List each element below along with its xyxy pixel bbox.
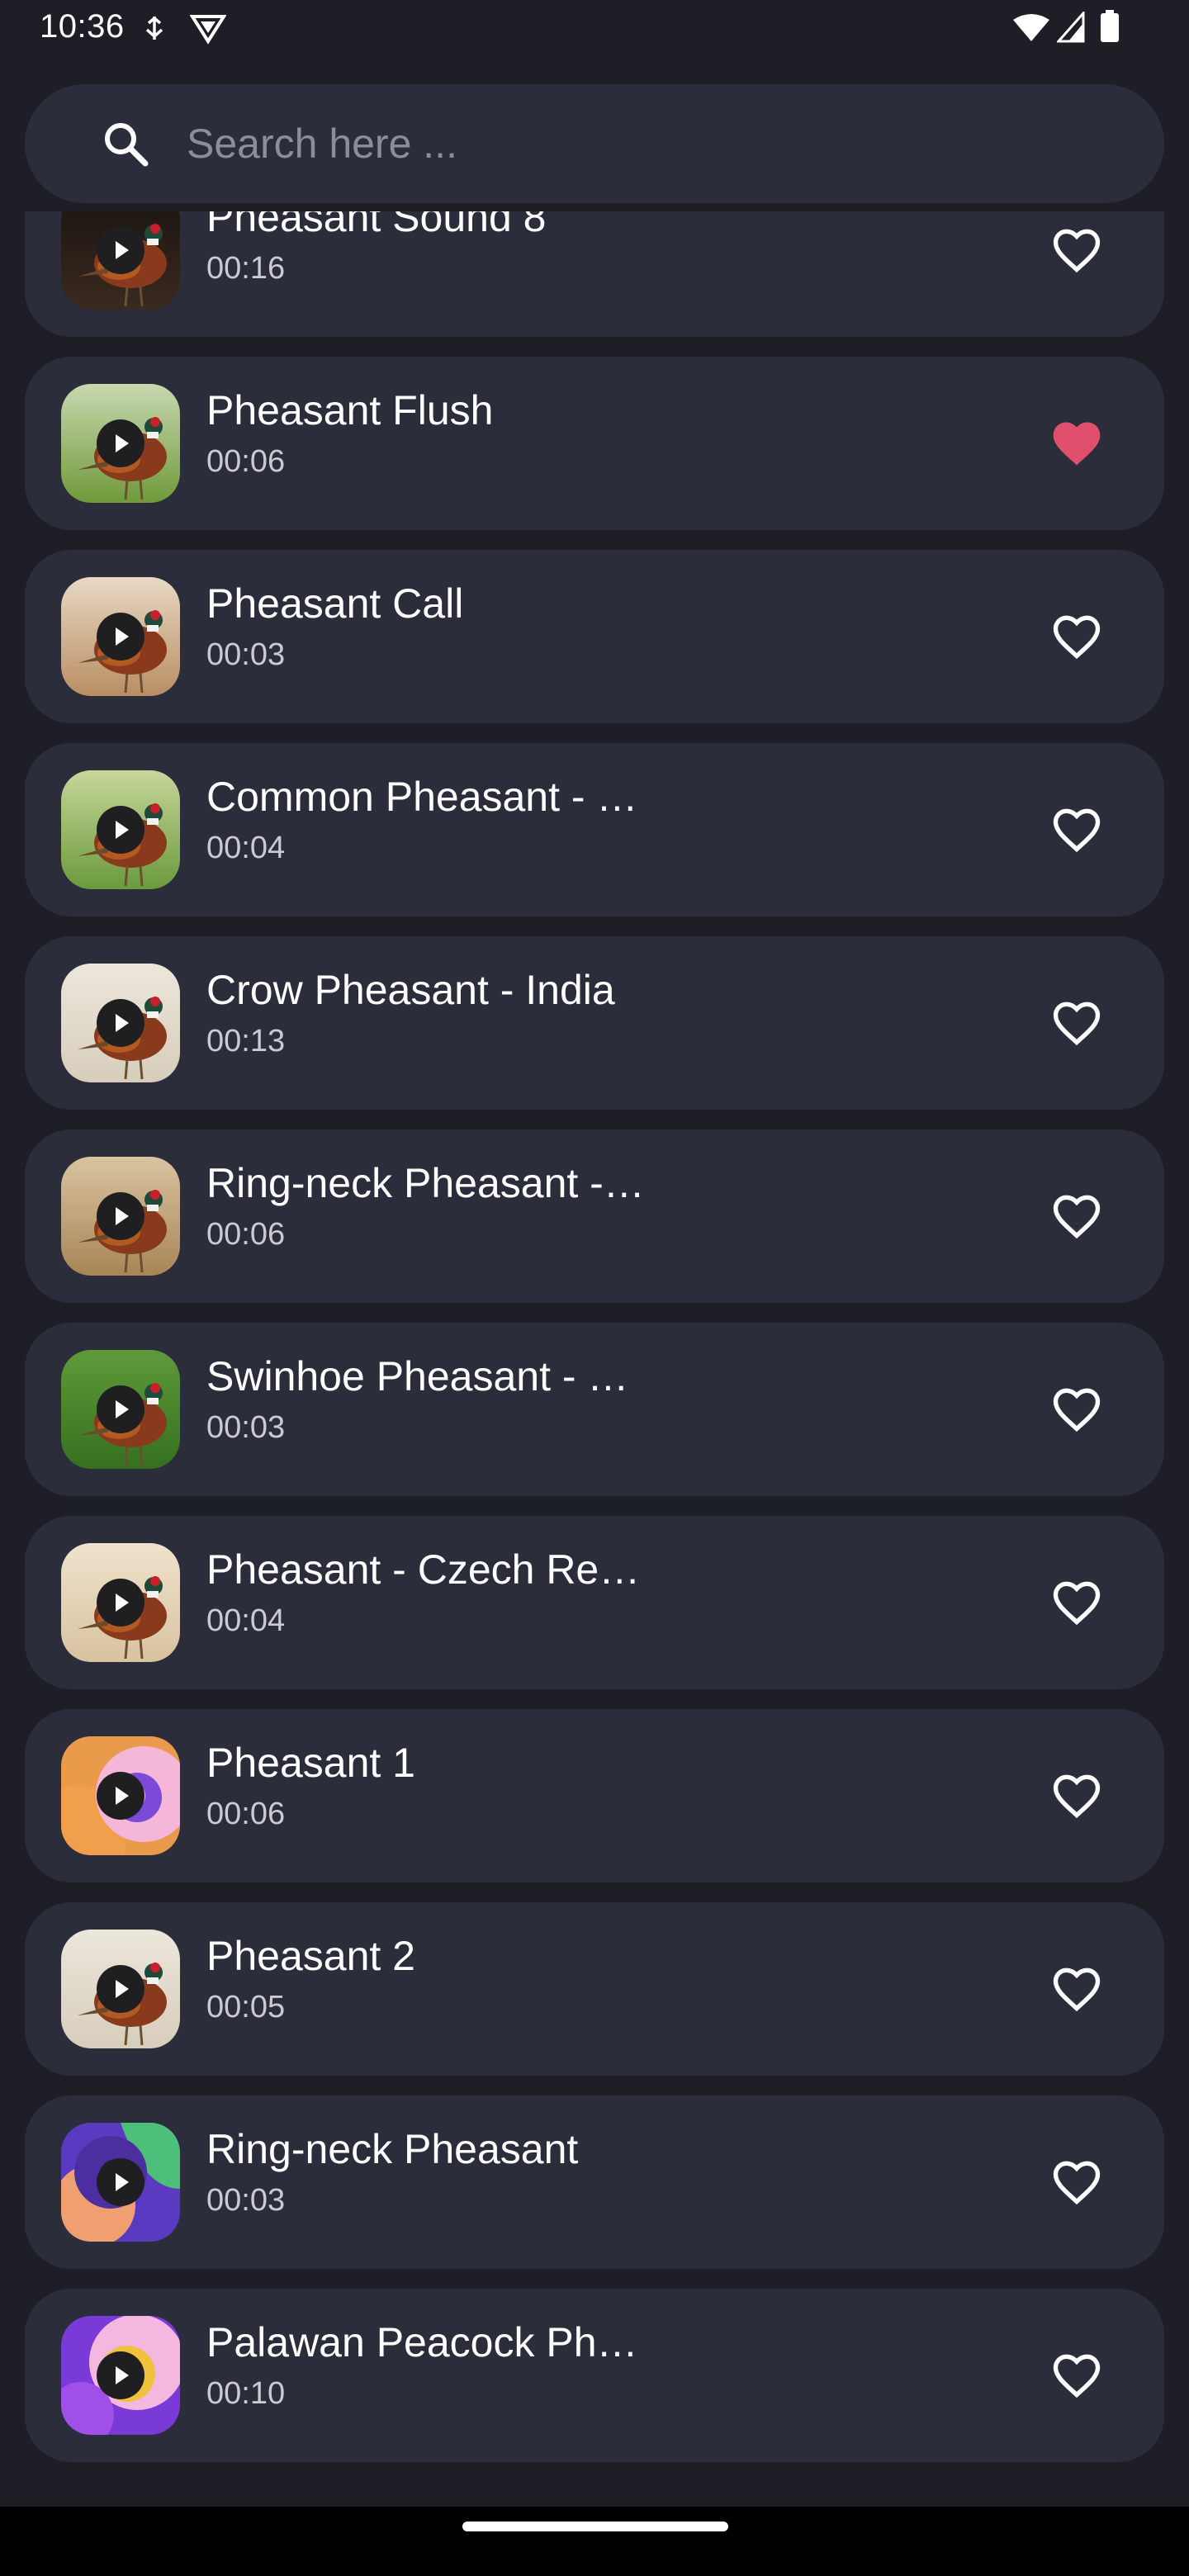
sound-card[interactable]: Crow Pheasant - India 00:13 <box>25 936 1164 1110</box>
sound-title: Ring-neck Pheasant -… <box>206 1160 645 1206</box>
search-input[interactable] <box>187 109 1111 178</box>
sound-card[interactable]: Pheasant - Czech Re… 00:04 <box>25 1516 1164 1689</box>
sound-card[interactable]: Common Pheasant - … 00:04 <box>25 743 1164 916</box>
play-icon[interactable] <box>97 613 144 661</box>
sound-duration: 00:03 <box>206 2183 286 2218</box>
favorite-outline-icon[interactable] <box>1049 1961 1105 2017</box>
sound-card[interactable]: Pheasant 2 00:05 <box>25 1902 1164 2076</box>
favorite-outline-icon[interactable] <box>1049 995 1105 1051</box>
sound-duration: 00:04 <box>206 1603 286 1638</box>
cellular-signal-icon <box>1055 10 1085 47</box>
sound-title: Pheasant 2 <box>206 1933 415 1979</box>
sound-card[interactable]: Swinhoe Pheasant - … 00:03 <box>25 1323 1164 1496</box>
play-icon[interactable] <box>97 806 144 854</box>
sound-card[interactable]: Palawan Peacock Ph… 00:10 <box>25 2289 1164 2462</box>
play-icon[interactable] <box>97 1965 144 2013</box>
sound-card[interactable]: Ring-neck Pheasant -… 00:06 <box>25 1129 1164 1303</box>
sound-card[interactable]: Ring-neck Pheasant 00:03 <box>25 2095 1164 2269</box>
sound-duration: 00:16 <box>206 251 286 286</box>
sound-thumbnail[interactable] <box>61 2316 180 2435</box>
sound-title: Pheasant - Czech Re… <box>206 1546 641 1593</box>
vpn-shield-icon <box>189 13 227 49</box>
play-icon[interactable] <box>97 226 144 274</box>
search-bar[interactable] <box>25 84 1164 203</box>
search-icon <box>101 119 150 168</box>
sound-thumbnail[interactable] <box>61 1930 180 2048</box>
sound-title: Pheasant Flush <box>206 387 494 433</box>
favorite-filled-icon[interactable] <box>1049 415 1105 471</box>
sound-title: Palawan Peacock Ph… <box>206 2319 638 2365</box>
sound-list-viewport[interactable]: Pheasant Sound 8 00:16 Pheasant Flush 00:06… <box>0 211 1189 2507</box>
play-icon[interactable] <box>97 999 144 1047</box>
sound-duration: 00:03 <box>206 1410 286 1445</box>
sound-title: Ring-neck Pheasant <box>206 2126 579 2172</box>
play-icon[interactable] <box>97 1192 144 1240</box>
sound-duration: 00:05 <box>206 1990 286 2024</box>
sound-duration: 00:06 <box>206 1217 286 1252</box>
favorite-outline-icon[interactable] <box>1049 222 1105 278</box>
sound-thumbnail[interactable] <box>61 1157 180 1276</box>
sound-thumbnail[interactable] <box>61 384 180 503</box>
battery-icon <box>1100 10 1120 47</box>
sound-thumbnail[interactable] <box>61 770 180 889</box>
home-indicator[interactable] <box>462 2522 728 2531</box>
sound-thumbnail[interactable] <box>61 2123 180 2242</box>
sound-duration: 00:13 <box>206 1024 286 1058</box>
sound-thumbnail[interactable] <box>61 1736 180 1855</box>
sound-duration: 00:03 <box>206 637 286 672</box>
status-time: 10:36 <box>40 8 125 45</box>
favorite-outline-icon[interactable] <box>1049 1188 1105 1244</box>
sound-thumbnail[interactable] <box>61 1543 180 1662</box>
wifi-icon <box>1012 13 1050 47</box>
sound-title: Common Pheasant - … <box>206 774 638 820</box>
sound-title: Crow Pheasant - India <box>206 967 615 1013</box>
sound-duration: 00:06 <box>206 444 286 479</box>
favorite-outline-icon[interactable] <box>1049 1574 1105 1631</box>
favorite-outline-icon[interactable] <box>1049 2347 1105 2403</box>
sound-thumbnail[interactable] <box>61 211 180 310</box>
favorite-outline-icon[interactable] <box>1049 802 1105 858</box>
screen: 10:36 Pheasant Sound 8 00:16 Pheasant Flus… <box>0 0 1189 2576</box>
play-icon[interactable] <box>97 2158 144 2206</box>
sound-card[interactable]: Pheasant Call 00:03 <box>25 550 1164 723</box>
favorite-outline-icon[interactable] <box>1049 608 1105 665</box>
play-icon[interactable] <box>97 1772 144 1820</box>
favorite-outline-icon[interactable] <box>1049 1381 1105 1437</box>
sound-card[interactable]: Pheasant 1 00:06 <box>25 1709 1164 1882</box>
sound-duration: 00:04 <box>206 831 286 865</box>
favorite-outline-icon[interactable] <box>1049 1768 1105 1824</box>
sound-duration: 00:10 <box>206 2376 286 2411</box>
navigation-bar <box>0 2507 1189 2576</box>
sound-thumbnail[interactable] <box>61 577 180 696</box>
sound-thumbnail[interactable] <box>61 1350 180 1469</box>
sound-thumbnail[interactable] <box>61 964 180 1082</box>
sound-title: Pheasant Sound 8 <box>206 211 547 240</box>
play-icon[interactable] <box>97 419 144 467</box>
play-icon[interactable] <box>97 1385 144 1433</box>
sound-title: Pheasant 1 <box>206 1740 415 1786</box>
play-icon[interactable] <box>97 1579 144 1627</box>
favorite-outline-icon[interactable] <box>1049 2154 1105 2210</box>
sound-title: Swinhoe Pheasant - … <box>206 1353 629 1399</box>
sound-title: Pheasant Call <box>206 580 464 627</box>
usb-debug-icon <box>142 15 167 47</box>
play-icon[interactable] <box>97 2351 144 2399</box>
sound-card[interactable]: Pheasant Flush 00:06 <box>25 357 1164 530</box>
status-bar: 10:36 <box>0 0 1189 59</box>
sound-card[interactable]: Pheasant Sound 8 00:16 <box>25 211 1164 337</box>
sound-duration: 00:06 <box>206 1797 286 1831</box>
